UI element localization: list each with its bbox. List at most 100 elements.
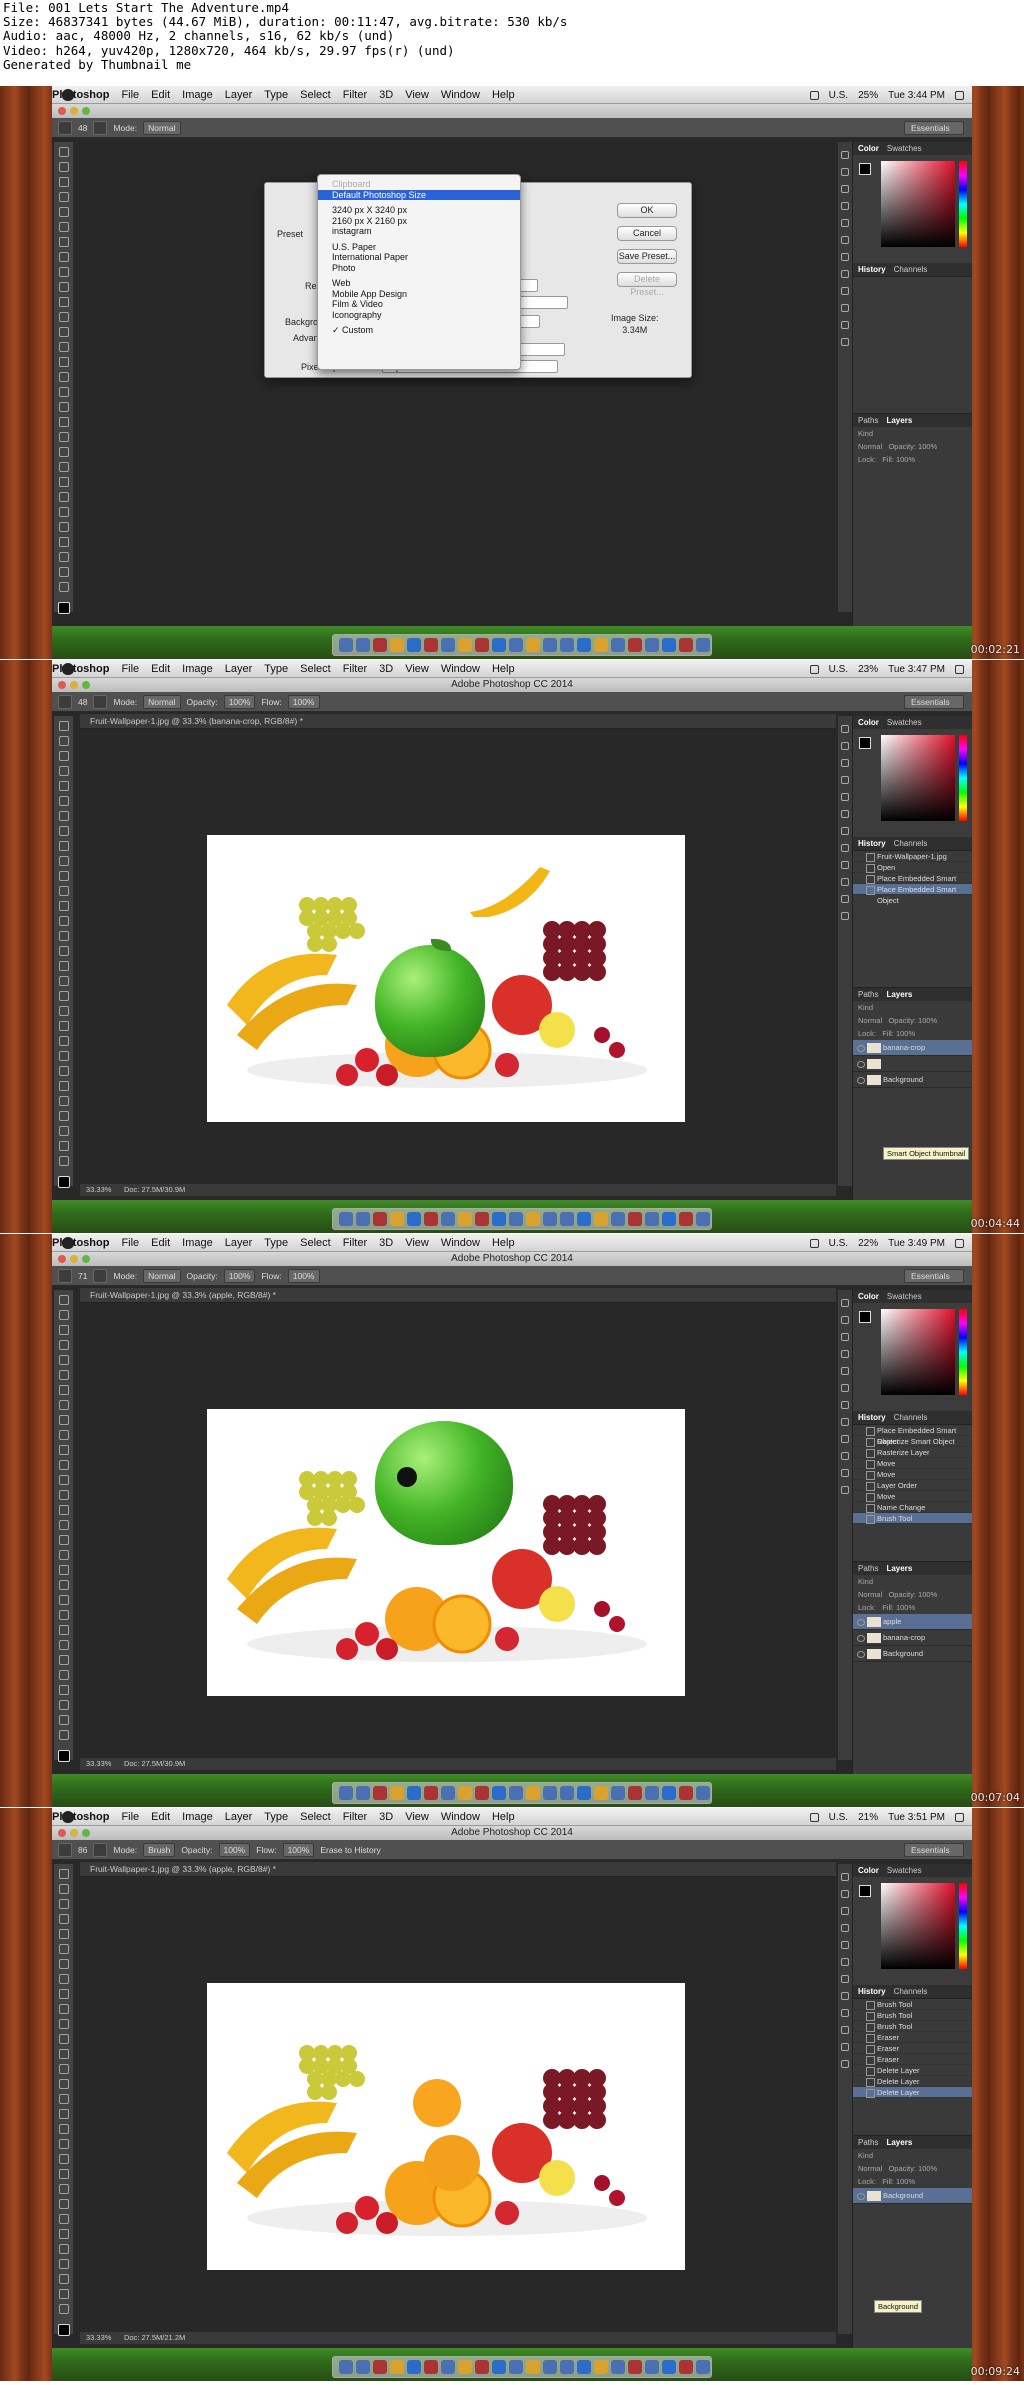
dock-app-icon[interactable] (543, 638, 557, 652)
tool-icon[interactable] (58, 946, 69, 956)
brush-panel-icon[interactable] (93, 694, 108, 709)
menu-file[interactable]: File (121, 1237, 139, 1249)
layer-filter-kind[interactable]: Kind (858, 1577, 873, 1586)
panel-toggle-icon[interactable] (841, 338, 849, 346)
tool-icon[interactable] (58, 2259, 69, 2269)
menu-select[interactable]: Select (300, 1237, 331, 1249)
dock-app-icon[interactable] (390, 638, 404, 652)
tool-preset-icon[interactable] (58, 1842, 72, 1857)
minimize-button[interactable] (70, 1255, 78, 1263)
dock-app-icon[interactable] (475, 1212, 489, 1226)
menu-help[interactable]: Help (492, 1237, 515, 1249)
flow-field[interactable]: 100% (287, 694, 320, 709)
panel-toggle-icon[interactable] (841, 2009, 849, 2017)
menu-3d[interactable]: 3D (379, 663, 393, 675)
menu-help[interactable]: Help (492, 663, 515, 675)
tab-layers[interactable]: Layers (886, 988, 912, 1001)
tool-icon[interactable] (58, 1385, 69, 1395)
layer-row[interactable]: banana-crop (853, 1630, 972, 1646)
layer-fill[interactable]: 100% (896, 2177, 915, 2186)
dock-app-icon[interactable] (628, 2360, 642, 2374)
hue-slider[interactable] (959, 1883, 967, 1969)
blend-mode-select[interactable]: Normal (858, 1016, 882, 1025)
dock-app-icon[interactable] (679, 638, 693, 652)
panel-toggle-icon[interactable] (841, 1890, 849, 1898)
dock-app-icon[interactable] (696, 1786, 710, 1800)
panel-toggle-icon[interactable] (841, 912, 849, 920)
flow-field[interactable]: 100% (282, 1842, 315, 1857)
tool-icon[interactable] (58, 2034, 69, 2044)
layer-row[interactable]: banana-crop (853, 1040, 972, 1056)
apple-layer[interactable] (375, 1421, 513, 1545)
tool-icon[interactable] (58, 372, 69, 382)
tab-color[interactable]: Color (858, 1864, 879, 1877)
hue-slider[interactable] (959, 161, 967, 247)
close-button[interactable] (58, 1255, 66, 1263)
history-item[interactable]: Place Embedded Smart Object (853, 873, 972, 894)
dock-app-icon[interactable] (526, 1212, 540, 1226)
tool-icon[interactable] (58, 2079, 69, 2089)
history-item[interactable]: Delete Layer (853, 2065, 972, 2076)
dock-app-icon[interactable] (356, 2360, 370, 2374)
tool-icon[interactable] (58, 796, 69, 806)
panel-toggle-icon[interactable] (841, 1299, 849, 1307)
history-item[interactable]: Brush Tool (853, 1513, 972, 1524)
dock-app-icon[interactable] (696, 638, 710, 652)
dock-app-icon[interactable] (594, 1786, 608, 1800)
spotlight-icon[interactable] (955, 664, 964, 674)
dock-app-icon[interactable] (475, 2360, 489, 2374)
tool-icon[interactable] (58, 856, 69, 866)
tab-channels[interactable]: Channels (894, 1985, 928, 1998)
tool-icon[interactable] (58, 162, 69, 172)
tool-icon[interactable] (58, 871, 69, 881)
input-source[interactable]: U.S. (829, 90, 848, 101)
menu-image[interactable]: Image (182, 663, 213, 675)
dock-app-icon[interactable] (373, 1786, 387, 1800)
menu-image[interactable]: Image (182, 89, 213, 101)
flow-field[interactable]: 100% (287, 1268, 320, 1283)
menu-file[interactable]: File (121, 663, 139, 675)
wifi-icon[interactable] (809, 1812, 819, 1822)
zoom-button[interactable] (82, 1255, 90, 1263)
tool-icon[interactable] (58, 1914, 69, 1924)
layer-fill[interactable]: 100% (896, 1029, 915, 1038)
tool-icon[interactable] (58, 552, 69, 562)
preset-option[interactable]: 3240 px X 3240 px (318, 205, 520, 216)
color-swatch[interactable] (859, 1885, 871, 1897)
color-picker-field[interactable] (881, 161, 955, 247)
dock-app-icon[interactable] (594, 638, 608, 652)
dock-app-icon[interactable] (628, 1212, 642, 1226)
panel-toggle-icon[interactable] (841, 878, 849, 886)
tool-icon[interactable] (58, 1066, 69, 1076)
panel-toggle-icon[interactable] (841, 1486, 849, 1494)
tool-icon[interactable] (58, 297, 69, 307)
dock-app-icon[interactable] (594, 1212, 608, 1226)
panel-toggle-icon[interactable] (841, 1941, 849, 1949)
dock-app-icon[interactable] (543, 2360, 557, 2374)
tool-icon[interactable] (58, 1081, 69, 1091)
dock-app-icon[interactable] (492, 638, 506, 652)
layer-opacity[interactable]: 100% (918, 442, 937, 451)
dock-app-icon[interactable] (373, 638, 387, 652)
history-item[interactable]: Fruit-Wallpaper-1.jpg (853, 851, 972, 862)
tool-icon[interactable] (58, 781, 69, 791)
menu-window[interactable]: Window (441, 1811, 480, 1823)
dock-app-icon[interactable] (339, 1212, 353, 1226)
history-item[interactable]: Brush Tool (853, 1999, 972, 2010)
app-menu[interactable]: Photoshop (52, 1237, 109, 1249)
app-menu[interactable]: Photoshop (52, 663, 109, 675)
panel-toggle-icon[interactable] (841, 1367, 849, 1375)
dock-app-icon[interactable] (628, 1786, 642, 1800)
panel-toggle-icon[interactable] (841, 236, 849, 244)
tool-icon[interactable] (58, 462, 69, 472)
tool-icon[interactable] (58, 1415, 69, 1425)
dock-app-icon[interactable] (458, 1212, 472, 1226)
dock-app-icon[interactable] (543, 1786, 557, 1800)
layer-fill[interactable]: 100% (896, 455, 915, 464)
tool-icon[interactable] (58, 1051, 69, 1061)
clock[interactable]: Tue 3:51 PM (888, 1812, 945, 1823)
tab-layers[interactable]: Layers (886, 2136, 912, 2149)
apple-icon[interactable] (62, 1810, 74, 1823)
tool-icon[interactable] (58, 961, 69, 971)
minimize-button[interactable] (70, 1829, 78, 1837)
